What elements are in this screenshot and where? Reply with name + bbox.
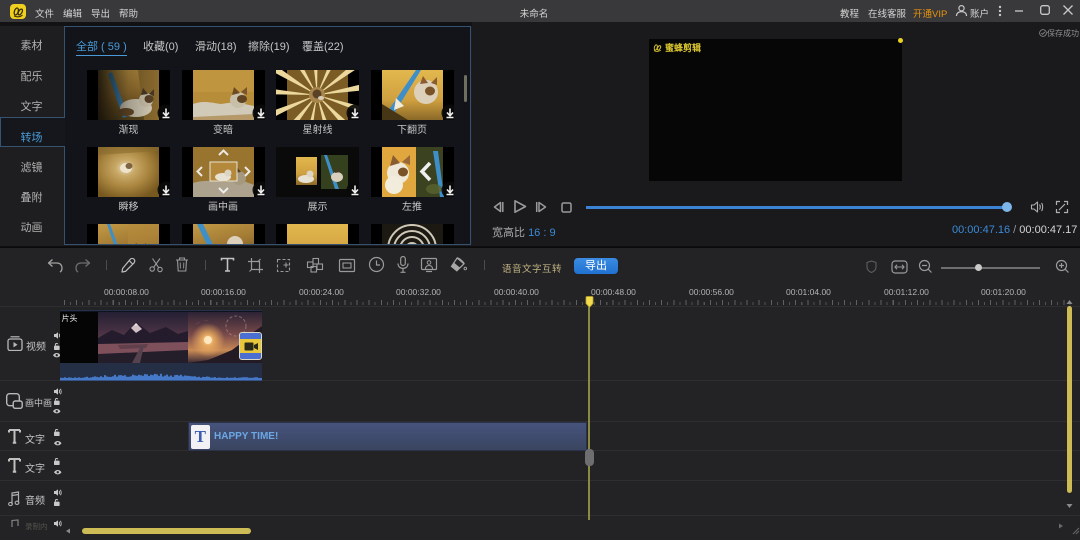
svg-text:蜜蜂剪辑: 蜜蜂剪辑: [665, 42, 701, 53]
